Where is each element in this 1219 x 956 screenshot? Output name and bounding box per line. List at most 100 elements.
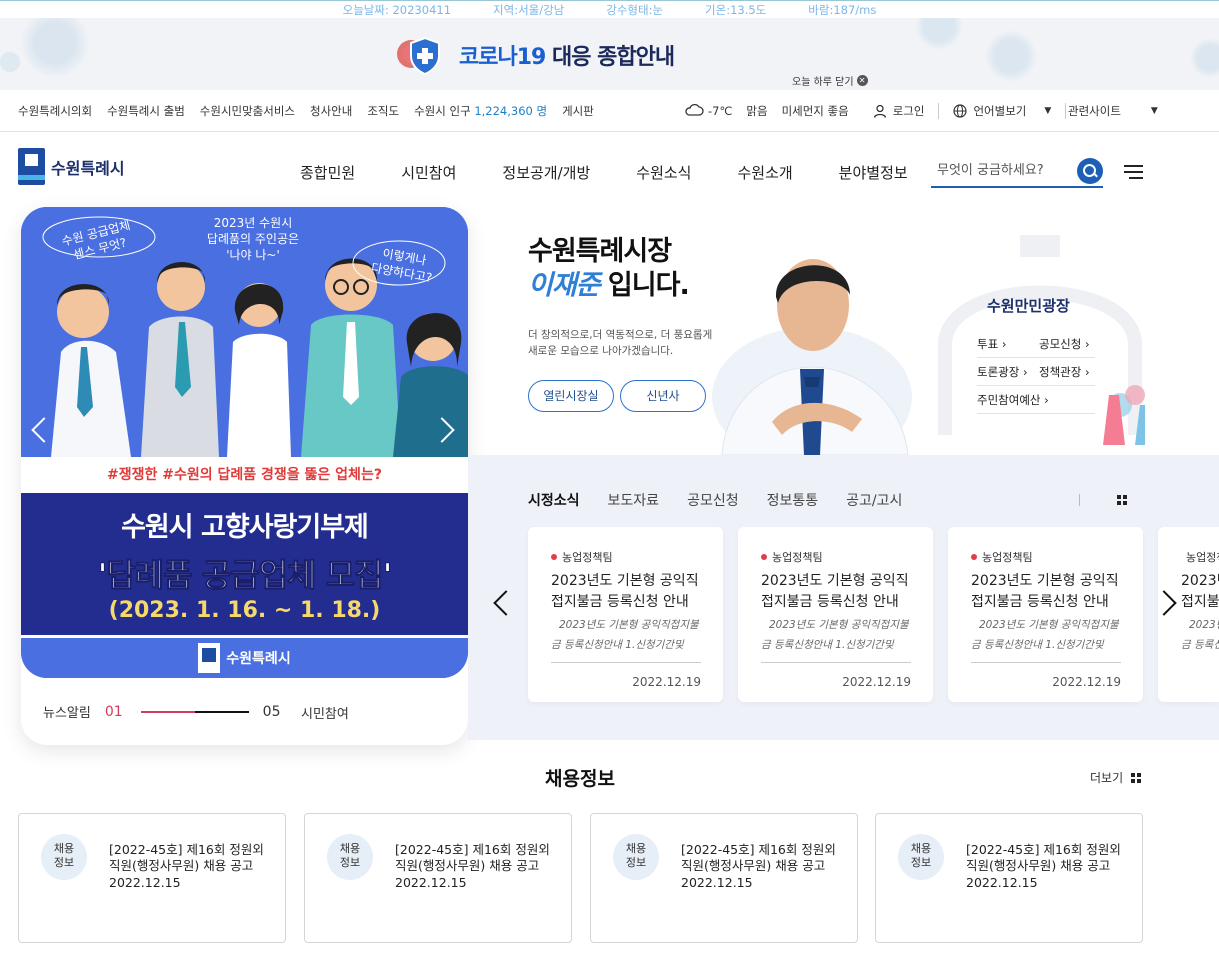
nav-item-news[interactable]: 수원소식: [636, 162, 691, 183]
city-logo-icon: [18, 148, 45, 185]
nav-item-info[interactable]: 정보공개/개방: [502, 162, 590, 183]
divider: [1079, 494, 1080, 506]
covid-title[interactable]: 코로나19 대응 종합안내: [395, 32, 675, 78]
virus-decoration-icon: [985, 30, 1037, 82]
mayor-heading-line1: 수원특례시장: [528, 236, 672, 267]
plaza-link-vote[interactable]: 투표 ›: [977, 336, 1033, 352]
plaza-link-budget[interactable]: 주민참여예산 ›: [977, 392, 1077, 408]
slide-current: 01: [104, 703, 123, 720]
weather-ticker: 오늘날짜: 20230411 지역:서울/강남 강수형태:눈 기온:13.5도 …: [0, 0, 1219, 18]
bullet-icon: [971, 554, 977, 560]
close-today-button[interactable]: 오늘 하루 닫기 ✕: [792, 73, 868, 88]
divider: [1065, 103, 1067, 119]
mayor-name: 이재준: [528, 269, 601, 301]
population-label: 수원시 인구: [414, 104, 475, 118]
recruit-more-button[interactable]: 더보기: [1090, 769, 1142, 786]
util-link-launch[interactable]: 수원특례시 출범: [107, 103, 185, 119]
slide-banner[interactable]: 수원 공급업체 센스 무엇? 2023년 수원시 답례품의 주인공은 '나야 나…: [21, 207, 468, 678]
news-card[interactable]: 농업정책팀 2023년도 기본형 공익직 접지불금 등록신청 안내 2023년도…: [738, 527, 933, 702]
utility-bar: 수원특례시의회 수원특례시 출범 수원시민맞춤서비스 청사안내 조직도 수원시 …: [0, 90, 1219, 132]
ticker-date: 오늘날짜: 20230411: [342, 3, 452, 17]
slide-hashtags: #쟁쟁한 #수원의 답례품 경쟁을 뚫은 업체는?: [21, 457, 468, 493]
news-alert-slider: 수원 공급업체 센스 무엇? 2023년 수원시 답례품의 주인공은 '나야 나…: [21, 207, 468, 745]
close-today-label: 오늘 하루 닫기: [792, 77, 854, 88]
plaza-row: 주민참여예산 ›: [977, 386, 1095, 414]
tab-contest[interactable]: 공모신청: [687, 490, 739, 510]
search-input[interactable]: [931, 156, 1071, 184]
main-nav: 종합민원 시민참여 정보공개/개방 수원소식 수원소개 분야별정보: [300, 162, 908, 183]
bullet-icon: [551, 554, 557, 560]
plaza-link-policy[interactable]: 정책관장 ›: [1039, 364, 1095, 380]
bullet-icon: [761, 554, 767, 560]
virus-decoration-icon: [0, 52, 20, 72]
covid-title-text: 코로나19 대응 종합안내: [459, 39, 675, 71]
mayor-heading-line2: 입니다.: [599, 269, 690, 301]
nav-item-about[interactable]: 수원소개: [737, 162, 792, 183]
search-icon[interactable]: [1077, 158, 1103, 184]
open-mayor-office-button[interactable]: 열린시장실: [528, 380, 614, 412]
news-card[interactable]: 농업정책팀 2023년도 기본형 공익직 접지불금 등록신청 안내 2023년도…: [948, 527, 1143, 702]
job-card[interactable]: 채용 정보 [2022-45호] 제16회 정원외 직원(행정사무원) 채용 공…: [590, 813, 858, 943]
job-badge: 채용 정보: [613, 834, 659, 880]
new-year-address-button[interactable]: 신년사: [620, 380, 706, 412]
plaza-row: 투표 › 공모신청 ›: [977, 330, 1095, 358]
mayor-buttons: 열린시장실 신년사: [528, 380, 706, 412]
news-card[interactable]: 농업정책팀 2023년도 기본형 공익직 접지불금 등록신청 안내 2023년도…: [528, 527, 723, 702]
news-card[interactable]: 농업정책팀 2023년도 기본형 공익직 접지불금 등록신청 안내 2023년도…: [1158, 527, 1219, 702]
tab-notice[interactable]: 공고/고시: [846, 490, 902, 510]
job-badge: 채용 정보: [898, 834, 944, 880]
language-label: 언어별보기: [973, 104, 1027, 118]
search-box: [931, 156, 1103, 188]
slide-line-3: (2023. 1. 16. ~ 1. 18.): [108, 598, 381, 623]
caret-down-icon: ▼: [1044, 106, 1052, 116]
slide-nav-label[interactable]: 뉴스알림: [43, 702, 91, 721]
job-badge: 채용 정보: [41, 834, 87, 880]
slide-line-2: '답례품 공급업체 모집': [97, 556, 393, 595]
menu-hamburger-icon[interactable]: [1124, 165, 1143, 179]
util-link-service[interactable]: 수원시민맞춤서비스: [200, 103, 295, 119]
plaza-link-debate[interactable]: 토론광장 ›: [977, 364, 1033, 380]
ticker-temp: 기온:13.5도: [705, 3, 767, 17]
job-card[interactable]: 채용 정보 [2022-45호] 제16회 정원외 직원(행정사무원) 채용 공…: [18, 813, 286, 943]
job-card[interactable]: 채용 정보 [2022-45호] 제16회 정원외 직원(행정사무원) 채용 공…: [875, 813, 1143, 943]
plaza-link-contest[interactable]: 공모신청 ›: [1039, 336, 1095, 352]
header: 수원특례시 종합민원 시민참여 정보공개/개방 수원소식 수원소개 분야별정보: [0, 132, 1219, 202]
related-sites-select[interactable]: 관련사이트 ▼: [1068, 90, 1158, 132]
language-select[interactable]: 언어별보기 ▼: [953, 103, 1051, 119]
close-circle-icon: ✕: [856, 75, 868, 86]
nav-item-civil[interactable]: 종합민원: [300, 162, 355, 183]
slide-footer-text: 수원특례시: [226, 651, 291, 667]
news-date: 2022.12.19: [842, 675, 911, 689]
util-link-hall[interactable]: 청사안내: [310, 103, 352, 119]
news-tabs: 시정소식 보도자료 공모신청 정보통통 공고/고시: [528, 490, 902, 510]
mayor-heading: 수원특례시장 이재준 입니다.: [528, 235, 690, 303]
tab-press[interactable]: 보도자료: [608, 490, 660, 510]
covid-shield-icon: [395, 32, 447, 78]
tab-info[interactable]: 정보통통: [767, 490, 819, 510]
related-sites-label: 관련사이트: [1068, 104, 1121, 118]
ticker-wind: 바람:187/ms: [808, 3, 877, 17]
nav-item-fields[interactable]: 분야별정보: [839, 162, 908, 183]
news-category: 농업정책팀: [1186, 551, 1219, 564]
util-link-org[interactable]: 조직도: [367, 103, 399, 119]
caret-down-icon: ▼: [1150, 106, 1158, 116]
user-icon: [873, 104, 886, 118]
util-link-board[interactable]: 게시판: [562, 103, 594, 119]
job-card[interactable]: 채용 정보 [2022-45호] 제16회 정원외 직원(행정사무원) 채용 공…: [304, 813, 572, 943]
nav-item-participation[interactable]: 시민참여: [401, 162, 456, 183]
slide-headline: 수원시 고향사랑기부제 '답례품 공급업체 모집' (2023. 1. 16. …: [21, 493, 468, 635]
news-summary: 2023년도 기본형 공익직접지불 금 등록신청안내 1.신청기간및: [761, 619, 909, 652]
tab-citizen-participation[interactable]: 시민참여: [301, 703, 349, 722]
grid-more-icon[interactable]: [1117, 495, 1127, 505]
tab-city-news[interactable]: 시정소식: [528, 490, 580, 510]
covid-banner[interactable]: 코로나19 대응 종합안내 오늘 하루 닫기 ✕: [0, 18, 1219, 90]
job-text: [2022-45호] 제16회 정원외 직원(행정사무원) 채용 공고 2022…: [109, 842, 264, 890]
login-button[interactable]: 로그인: [873, 103, 924, 119]
globe-icon: [953, 104, 968, 118]
site-logo[interactable]: 수원특례시: [18, 148, 125, 185]
slide-pager: 뉴스알림 01 05: [43, 702, 281, 722]
city-logo-icon: [198, 643, 221, 673]
news-summary: 2023년도 기본형 공익직접지불 금 등록신청안내 1.신청기간및: [1181, 619, 1219, 652]
util-link-council[interactable]: 수원특례시의회: [18, 103, 92, 119]
slide-progress-bar: [140, 710, 249, 713]
